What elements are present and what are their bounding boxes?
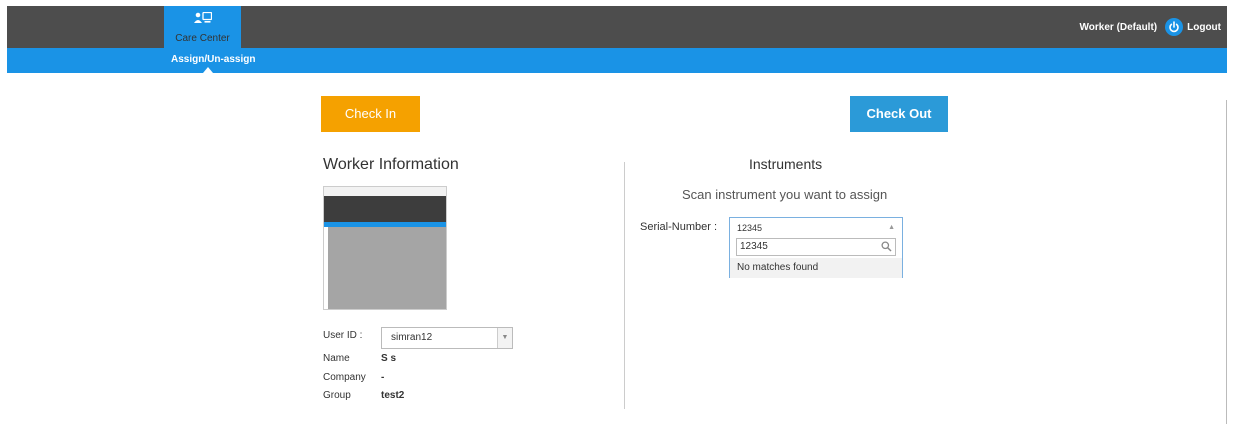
chevron-up-icon[interactable]: ▲ — [888, 218, 895, 238]
name-value: S s — [381, 353, 397, 364]
company-value: - — [381, 372, 385, 383]
user-id-value: simran12 — [391, 332, 433, 343]
care-center-tab[interactable]: Care Center — [164, 6, 241, 48]
active-indicator-caret — [203, 67, 213, 73]
serial-number-search-value: 12345 — [740, 241, 768, 252]
worker-information-heading: Worker Information — [323, 156, 459, 173]
serial-number-search-input[interactable]: 12345 — [736, 238, 896, 256]
group-value: test2 — [381, 390, 405, 401]
top-navigation-bar: Care Center Worker (Default) Logout — [7, 6, 1227, 48]
user-id-label: User ID : — [323, 330, 363, 341]
scan-instruction: Scan instrument you want to assign — [682, 187, 888, 202]
worker-photo — [323, 186, 447, 310]
page-scrollbar[interactable] — [1226, 100, 1227, 424]
current-user-label[interactable]: Worker (Default) — [1080, 22, 1158, 33]
user-id-select[interactable]: simran12 ▼ — [381, 327, 513, 349]
column-divider — [624, 162, 625, 409]
group-label: Group — [323, 390, 351, 401]
serial-number-label: Serial-Number : — [640, 221, 718, 233]
serial-number-selected[interactable]: 12345 ▲ — [730, 218, 902, 237]
company-label: Company — [323, 372, 366, 383]
user-area: Worker (Default) Logout — [1080, 18, 1221, 36]
chevron-down-icon[interactable]: ▼ — [497, 328, 512, 348]
no-matches-message: No matches found — [730, 258, 902, 278]
assign-unassign-link[interactable]: Assign/Un-assign — [171, 54, 255, 65]
logout-link[interactable]: Logout — [1187, 22, 1221, 33]
instruments-heading: Instruments — [749, 156, 823, 172]
power-icon[interactable] — [1165, 18, 1184, 36]
serial-number-selected-value: 12345 — [737, 223, 763, 233]
care-center-label: Care Center — [175, 33, 230, 44]
care-center-icon — [194, 12, 212, 23]
sub-navigation-bar: Assign/Un-assign — [7, 48, 1227, 73]
check-out-button[interactable]: Check Out — [850, 96, 948, 132]
name-label: Name — [323, 353, 350, 364]
check-in-button[interactable]: Check In — [321, 96, 420, 132]
serial-number-dropdown[interactable]: 12345 ▲ 12345 No matches found — [729, 217, 903, 278]
search-icon — [881, 241, 892, 252]
